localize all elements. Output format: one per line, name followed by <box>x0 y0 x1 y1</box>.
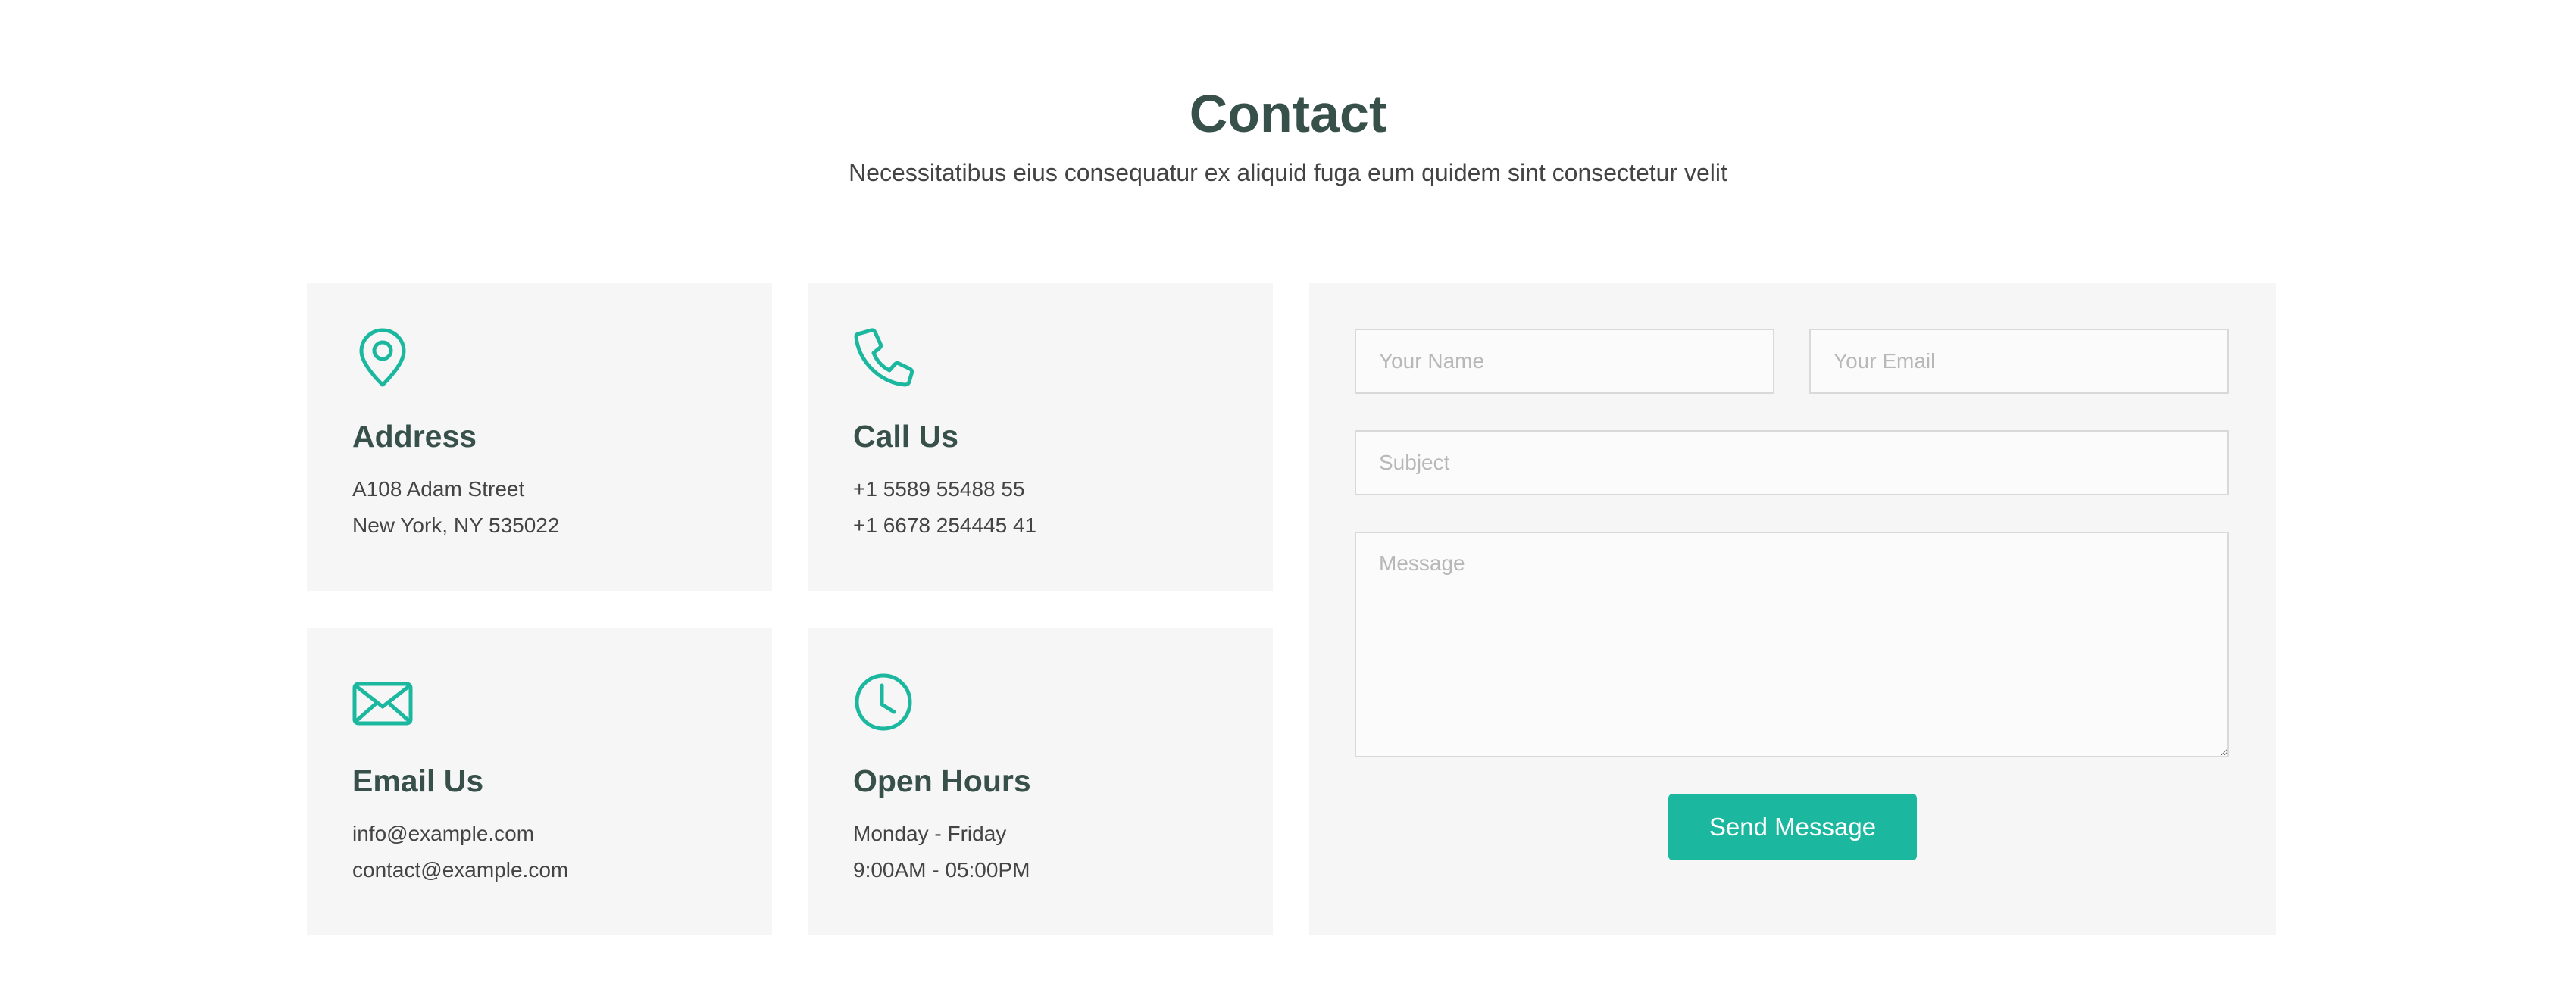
call-card: Call Us +1 5589 55488 55 +1 6678 254445 … <box>808 283 1273 591</box>
call-title: Call Us <box>853 419 958 454</box>
hours-card: Open Hours Monday - Friday 9:00AM - 05:0… <box>808 628 1273 935</box>
name-input[interactable] <box>1355 329 1774 394</box>
hours-line-2: 9:00AM - 05:00PM <box>853 858 1030 882</box>
phone-icon <box>853 327 914 388</box>
hours-line-1: Monday - Friday <box>853 822 1007 845</box>
subject-input[interactable] <box>1355 430 2229 495</box>
message-textarea[interactable] <box>1355 532 2229 757</box>
email-input[interactable] <box>1809 329 2229 394</box>
map-pin-icon <box>352 327 413 388</box>
contact-form: Send Message <box>1309 283 2276 935</box>
clock-icon <box>853 672 914 732</box>
address-line-1: A108 Adam Street <box>352 477 525 501</box>
address-title: Address <box>352 419 477 454</box>
email-line-1: info@example.com <box>352 822 535 845</box>
hours-title: Open Hours <box>853 763 1031 798</box>
phone-line-1: +1 5589 55488 55 <box>853 477 1025 501</box>
send-message-button[interactable]: Send Message <box>1668 794 1917 860</box>
email-card: Email Us info@example.com contact@exampl… <box>307 628 772 935</box>
phone-line-2: +1 6678 254445 41 <box>853 513 1037 537</box>
email-title: Email Us <box>352 763 484 798</box>
envelope-icon <box>352 672 413 732</box>
address-line-2: New York, NY 535022 <box>352 513 560 537</box>
address-card: Address A108 Adam Street New York, NY 53… <box>307 283 772 591</box>
section-title: Contact <box>1189 84 1387 143</box>
section-subtitle: Necessitatibus eius consequatur ex aliqu… <box>849 159 1727 186</box>
email-line-2: contact@example.com <box>352 858 569 882</box>
